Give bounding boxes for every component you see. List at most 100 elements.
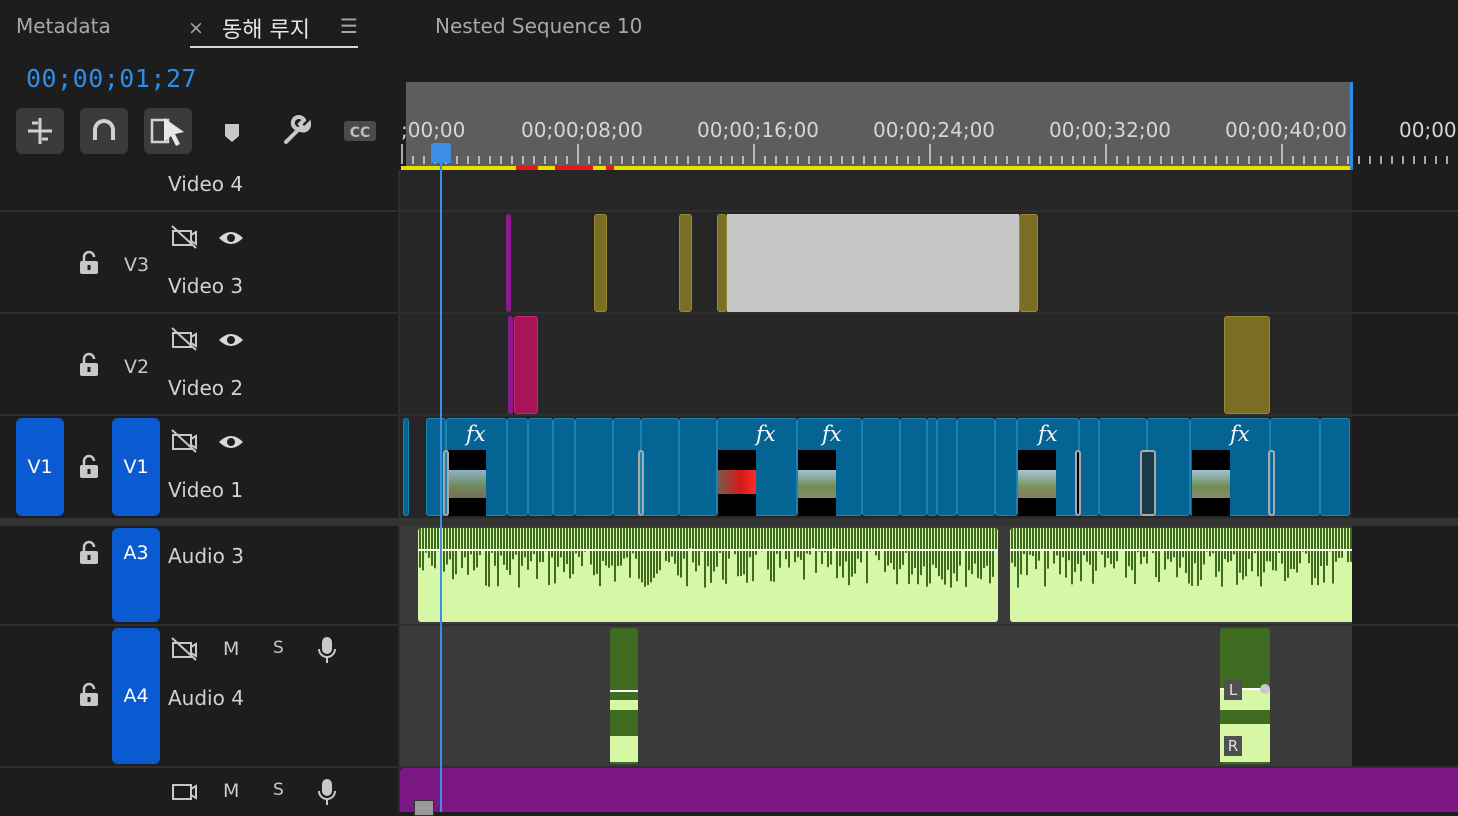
- source-patch-v1[interactable]: V1: [16, 418, 64, 516]
- lock-track-a4-icon[interactable]: [79, 682, 99, 708]
- sync-lock-icon[interactable]: [170, 428, 198, 454]
- video-clip[interactable]: [1320, 418, 1350, 516]
- ruler-label: ;00;00: [401, 118, 466, 142]
- transition-handle[interactable]: [443, 450, 449, 516]
- transition-handle[interactable]: [1075, 450, 1081, 516]
- track-v4-lane[interactable]: [400, 170, 1352, 210]
- waveform-bar: [845, 528, 847, 562]
- video-clip[interactable]: [995, 418, 1017, 516]
- timeline-settings-button[interactable]: [272, 108, 320, 154]
- video-clip[interactable]: [957, 418, 995, 516]
- solo-track-a4-button[interactable]: S: [273, 638, 284, 658]
- video-audio-divider[interactable]: [0, 518, 1458, 526]
- voiceover-record-icon[interactable]: [316, 778, 338, 806]
- lock-track-a3-icon[interactable]: [79, 540, 99, 566]
- video-clip[interactable]: [937, 418, 957, 516]
- waveform-bar: [716, 528, 718, 567]
- waveform-bar: [1302, 528, 1304, 552]
- work-area-end-marker[interactable]: [1350, 82, 1353, 170]
- track-target-a3[interactable]: A3: [112, 528, 160, 622]
- waveform-bar: [1308, 528, 1310, 564]
- audio-clip[interactable]: [610, 628, 638, 764]
- playhead-line[interactable]: [440, 160, 442, 812]
- toggle-track-output-icon[interactable]: [217, 432, 245, 452]
- sync-lock-icon[interactable]: [170, 326, 198, 352]
- video-clip[interactable]: [900, 418, 927, 516]
- fx-badge: fx: [1038, 422, 1058, 446]
- waveform-bar: [689, 528, 691, 549]
- video-clip[interactable]: [528, 418, 553, 516]
- video-clip[interactable]: [1019, 214, 1038, 312]
- add-marker-button[interactable]: [208, 108, 256, 154]
- video-clip[interactable]: [506, 214, 511, 312]
- transition-handle[interactable]: [638, 450, 644, 516]
- toggle-track-output-icon[interactable]: [217, 330, 245, 350]
- playhead-timecode[interactable]: 00;00;01;27: [26, 64, 197, 93]
- track-name-audio4: Audio 4: [168, 686, 244, 710]
- linked-selection-button[interactable]: [144, 108, 192, 154]
- video-clip[interactable]: [641, 418, 679, 516]
- mute-track-a4-button[interactable]: M: [223, 638, 239, 660]
- video-clip[interactable]: [514, 316, 538, 414]
- waveform-bar: [1116, 528, 1118, 562]
- graphic-clip[interactable]: [727, 214, 1019, 312]
- waveform-bar: [617, 528, 619, 567]
- video-clip[interactable]: [403, 418, 409, 516]
- toggle-track-output-icon[interactable]: [217, 228, 245, 248]
- waveform-bar: [683, 528, 685, 559]
- waveform-bar: [866, 528, 868, 584]
- track-label-v2[interactable]: V2: [124, 356, 149, 378]
- sync-lock-icon[interactable]: [170, 636, 198, 662]
- track-a4-lane[interactable]: [400, 626, 1352, 766]
- waveform-bar: [590, 528, 592, 565]
- video-clip[interactable]: [679, 214, 692, 312]
- panel-menu-icon[interactable]: ☰: [340, 14, 358, 38]
- lock-track-v2-icon[interactable]: [79, 352, 99, 378]
- video-clip[interactable]: [862, 418, 900, 516]
- ruler-label: 00;00;32;00: [1049, 118, 1172, 142]
- keyframe-handle[interactable]: [1260, 684, 1270, 694]
- waveform-bar: [578, 528, 580, 557]
- track-label-v3[interactable]: V3: [124, 254, 149, 276]
- captions-button[interactable]: CC: [336, 108, 384, 154]
- insert-nested-sequence-button[interactable]: [16, 108, 64, 154]
- lock-track-v3-icon[interactable]: [79, 250, 99, 276]
- video-clip[interactable]: [1224, 316, 1270, 414]
- track-target-v1[interactable]: V1: [112, 418, 160, 516]
- voiceover-record-icon[interactable]: [316, 636, 338, 664]
- audio-clip[interactable]: [400, 768, 1458, 816]
- video-clip[interactable]: [507, 418, 528, 516]
- video-clip[interactable]: [613, 418, 641, 516]
- video-clip[interactable]: [575, 418, 613, 516]
- audio-clip[interactable]: L R: [1220, 628, 1270, 764]
- video-clip[interactable]: [508, 316, 513, 414]
- tab-metadata[interactable]: Metadata: [16, 14, 111, 38]
- waveform-bar: [1011, 528, 1013, 563]
- ruler-label: 00;00;: [1399, 118, 1458, 142]
- audio3-clips[interactable]: [400, 528, 1352, 624]
- tab-nested-sequence[interactable]: Nested Sequence 10: [435, 14, 642, 38]
- clip-thumbnail: [448, 450, 486, 516]
- lock-track-v1-icon[interactable]: [79, 454, 99, 480]
- video-clip[interactable]: [1270, 418, 1320, 516]
- video-clip[interactable]: [927, 418, 937, 516]
- close-tab-icon[interactable]: ×: [188, 17, 204, 39]
- track-output-icon[interactable]: [170, 778, 198, 804]
- solo-track-a5-button[interactable]: S: [273, 780, 284, 800]
- track-target-a4[interactable]: A4: [112, 628, 160, 764]
- mute-track-a5-button[interactable]: M: [223, 780, 239, 802]
- track-v2-lane[interactable]: [400, 314, 1352, 414]
- video-clip[interactable]: [717, 214, 727, 312]
- transition-handle[interactable]: [1140, 450, 1156, 516]
- waveform-bar: [1113, 528, 1115, 569]
- snap-button[interactable]: [80, 108, 128, 154]
- tab-sequence-active[interactable]: 동해 루지: [222, 12, 310, 44]
- video-clip[interactable]: [1079, 418, 1099, 516]
- video-clip[interactable]: [594, 214, 607, 312]
- video-clip[interactable]: [553, 418, 575, 516]
- transition-handle[interactable]: [1268, 450, 1275, 516]
- video-clip[interactable]: [679, 418, 717, 516]
- sync-lock-icon[interactable]: [170, 224, 198, 250]
- waveform-bar: [890, 528, 892, 564]
- waveform-bar: [848, 528, 850, 586]
